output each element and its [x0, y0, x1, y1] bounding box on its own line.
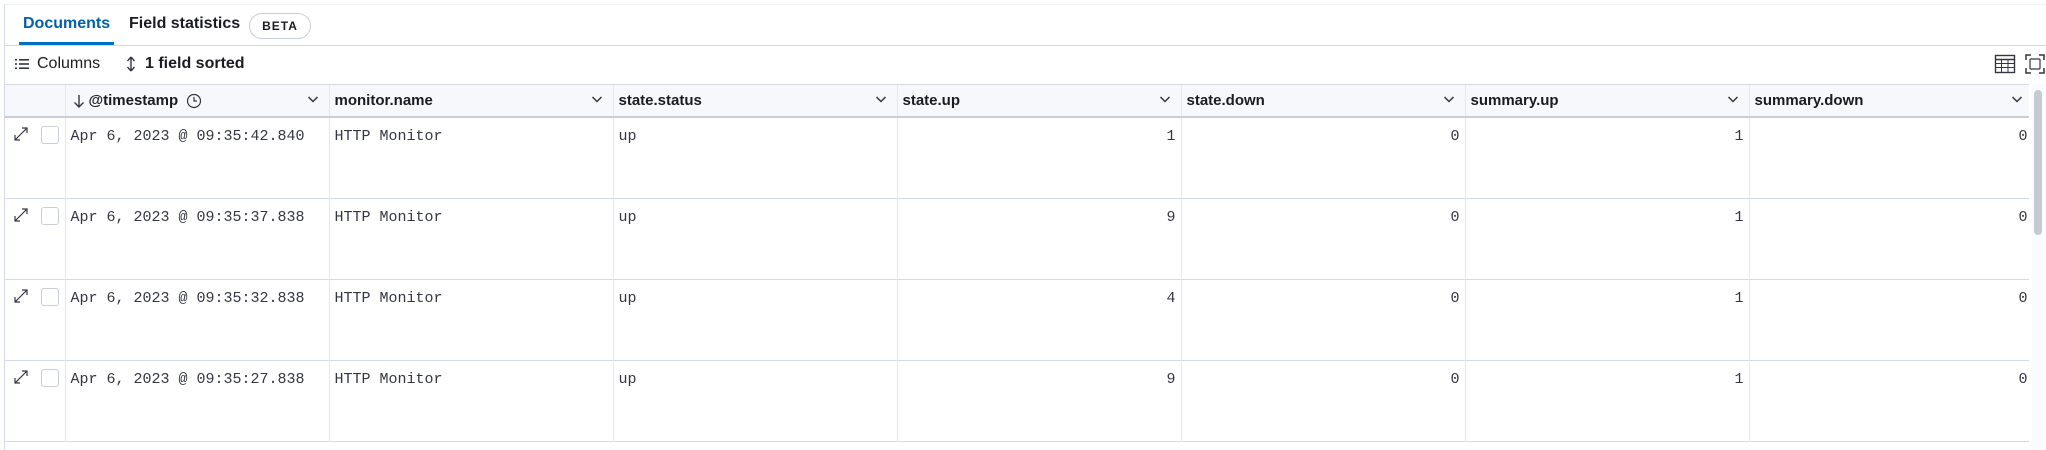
cell-timestamp: Apr 6, 2023 @ 09:35:32.838 — [65, 279, 330, 360]
cell-state-status: up — [613, 279, 898, 360]
cell-state-down: 0 — [1181, 279, 1466, 360]
column-header-label: @timestamp — [88, 91, 179, 109]
column-header-summary-up[interactable]: summary.up — [1465, 85, 1750, 118]
cell-timestamp: Apr 6, 2023 @ 09:35:27.838 — [65, 360, 330, 441]
column-header-label: state.up — [902, 92, 961, 109]
tab-field-statistics[interactable]: Field statistics — [129, 5, 240, 45]
cell-summary-up: 1 — [1465, 198, 1750, 279]
cell-summary-down: 0 — [1749, 279, 2029, 360]
cell-timestamp: Apr 6, 2023 @ 09:35:37.838 — [65, 198, 330, 279]
row-checkbox[interactable] — [41, 287, 59, 306]
data-grid: @timestamp monitor.name state.status sta… — [4, 84, 2029, 450]
control-column-header — [5, 85, 66, 118]
beta-badge: BETA — [249, 13, 311, 39]
chevron-down-icon[interactable] — [591, 93, 603, 105]
cell-monitor-name: HTTP Monitor — [329, 360, 614, 441]
cell-monitor-name: HTTP Monitor — [329, 198, 614, 279]
arrow-down-icon — [73, 95, 84, 109]
cell-state-up: 9 — [897, 198, 1182, 279]
columns-label: Columns — [37, 55, 101, 72]
table-row: Apr 6, 2023 @ 09:35:37.838 HTTP Monitor … — [5, 198, 2029, 279]
row-controls — [5, 360, 66, 441]
column-header-state-up[interactable]: state.up — [897, 85, 1182, 118]
row-checkbox[interactable] — [41, 368, 59, 387]
cell-state-up: 9 — [897, 360, 1182, 441]
column-header-state-status[interactable]: state.status — [613, 85, 898, 118]
cell-state-up: 4 — [897, 279, 1182, 360]
column-header-label: summary.down — [1754, 92, 1864, 109]
cell-state-down: 0 — [1181, 198, 1466, 279]
chevron-down-icon[interactable] — [875, 93, 887, 105]
cell-monitor-name: HTTP Monitor — [329, 117, 614, 198]
sort-label: 1 field sorted — [145, 55, 245, 72]
tab-bar: Documents Field statistics BETA — [4, 4, 2046, 46]
clock-icon — [187, 93, 202, 109]
fullscreen-icon[interactable] — [2024, 53, 2046, 77]
cell-summary-down: 0 — [1749, 117, 2029, 198]
column-header-state-down[interactable]: state.down — [1181, 85, 1466, 118]
cell-summary-down: 0 — [1749, 360, 2029, 441]
table-row: Apr 6, 2023 @ 09:35:32.838 HTTP Monitor … — [5, 279, 2029, 360]
column-header-label: state.down — [1186, 92, 1265, 109]
cell-monitor-name: HTTP Monitor — [329, 279, 614, 360]
expand-icon[interactable] — [13, 126, 29, 142]
chevron-down-icon[interactable] — [2011, 93, 2023, 105]
cell-summary-up: 1 — [1465, 360, 1750, 441]
expand-icon[interactable] — [13, 207, 29, 223]
chevron-down-icon[interactable] — [1443, 93, 1455, 105]
grid-toolbar: Columns 1 field sorted — [4, 45, 2046, 84]
row-controls — [5, 117, 66, 198]
cell-state-status: up — [613, 117, 898, 198]
cell-state-status: up — [613, 360, 898, 441]
column-header-monitor-name[interactable]: monitor.name — [329, 85, 614, 118]
chevron-down-icon[interactable] — [1727, 93, 1739, 105]
list-icon — [15, 58, 29, 69]
expand-icon[interactable] — [13, 288, 29, 304]
column-header-label: monitor.name — [334, 92, 433, 109]
column-header-timestamp[interactable]: @timestamp — [65, 85, 330, 118]
chevron-down-icon[interactable] — [307, 93, 319, 105]
row-controls — [5, 279, 66, 360]
scrollbar-thumb[interactable] — [2034, 90, 2042, 235]
cell-state-status: up — [613, 198, 898, 279]
column-header-label: state.status — [618, 92, 702, 109]
columns-button[interactable]: Columns — [15, 53, 100, 75]
cell-summary-up: 1 — [1465, 117, 1750, 198]
sort-icon — [126, 56, 136, 72]
row-checkbox[interactable] — [41, 206, 59, 225]
table-row: Apr 6, 2023 @ 09:35:42.840 HTTP Monitor … — [5, 117, 2029, 198]
cell-summary-down: 0 — [1749, 198, 2029, 279]
column-header-label: summary.up — [1470, 92, 1559, 109]
column-header-summary-down[interactable]: summary.down — [1749, 85, 2029, 118]
cell-state-down: 0 — [1181, 360, 1466, 441]
row-checkbox[interactable] — [41, 126, 59, 144]
tab-documents[interactable]: Documents — [19, 5, 115, 45]
chevron-down-icon[interactable] — [1159, 93, 1171, 105]
cell-summary-up: 1 — [1465, 279, 1750, 360]
cell-state-down: 0 — [1181, 117, 1466, 198]
table-row: Apr 6, 2023 @ 09:35:27.838 HTTP Monitor … — [5, 360, 2029, 441]
cell-state-up: 1 — [897, 117, 1182, 198]
sort-button[interactable]: 1 field sorted — [125, 53, 245, 75]
expand-icon[interactable] — [13, 369, 29, 385]
row-controls — [5, 198, 66, 279]
header-row: @timestamp monitor.name state.status sta… — [5, 85, 2029, 118]
cell-timestamp: Apr 6, 2023 @ 09:35:42.840 — [65, 117, 330, 198]
table-density-icon[interactable] — [1994, 53, 2018, 77]
